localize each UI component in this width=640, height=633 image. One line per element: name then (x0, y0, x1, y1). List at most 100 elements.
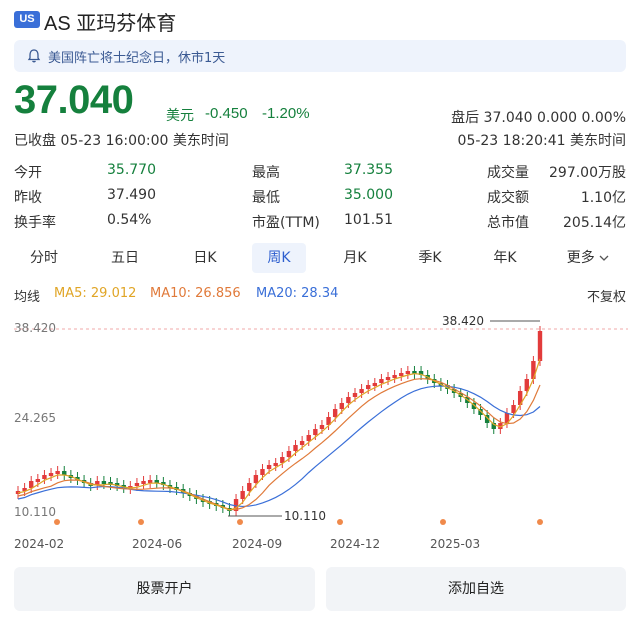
candle (385, 377, 391, 380)
candle (247, 483, 252, 491)
after-hours-time: 05-23 18:20:41 美东时间 (457, 133, 626, 149)
stat-label: 总市值 (487, 215, 529, 231)
candle (313, 429, 318, 435)
x-label: 2024-12 (330, 537, 380, 551)
stat-value: 101.51 (344, 212, 393, 228)
candle (134, 483, 140, 486)
currency: 美元 (166, 108, 194, 124)
stat-value: 0.54% (107, 212, 152, 228)
ma20-line (17, 385, 541, 508)
stat-label: 市盈(TTM) (252, 215, 320, 231)
high-marker: 38.420 (442, 314, 484, 328)
ma20-value: MA20: 28.34 (256, 286, 339, 301)
stat-label: 成交量 (487, 165, 529, 181)
adjust-toggle[interactable]: 不复权 (587, 286, 626, 305)
candle (379, 379, 384, 383)
candle (42, 475, 47, 479)
tab-more[interactable]: 更多 (558, 243, 618, 273)
tab-five-day[interactable]: 五日 (100, 243, 150, 273)
market-status: 已收盘 05-23 16:00:00 美东时间 (14, 133, 229, 149)
candle (101, 481, 107, 484)
market-badge: US (14, 11, 40, 28)
stat-value: 37.355 (344, 162, 393, 178)
candle (405, 371, 411, 374)
x-label: 2024-09 (232, 537, 282, 551)
stat-label: 换手率 (14, 215, 56, 231)
stat-value: 37.490 (107, 187, 156, 203)
candle (332, 409, 338, 417)
event-dot (537, 519, 543, 525)
tab-weekly[interactable]: 周K (252, 243, 306, 273)
candle (260, 469, 265, 475)
candle (346, 397, 351, 403)
candle (141, 481, 146, 484)
after-hours-quote: 盘后 37.040 0.000 0.00% (451, 110, 626, 126)
holiday-notice: 美国阵亡将士纪念日，休市1天 (14, 40, 626, 72)
stat-label: 最高 (252, 165, 280, 181)
candle (240, 491, 245, 499)
stat-value: 205.14亿 (563, 215, 626, 231)
stat-value: 1.10亿 (580, 190, 626, 206)
stat-value: 297.00万股 (549, 165, 626, 181)
x-label: 2025-03 (430, 537, 480, 551)
event-dot (54, 519, 60, 525)
event-dot (440, 519, 446, 525)
candle (48, 473, 54, 476)
notice-text: 美国阵亡将士纪念日，休市1天 (48, 51, 226, 66)
stat-value: 35.770 (107, 162, 156, 178)
tab-monthly[interactable]: 月K (330, 243, 380, 273)
tab-quarterly[interactable]: 季K (405, 243, 455, 273)
event-dot (337, 519, 343, 525)
candle (55, 471, 60, 474)
event-dot (237, 519, 243, 525)
ma10-value: MA10: 26.856 (150, 286, 241, 301)
candle (359, 389, 364, 393)
stock-title: AS 亚玛芬体育 (44, 13, 177, 35)
y-label-low: 10.110 (14, 505, 56, 519)
candle (273, 463, 278, 466)
ma5-value: MA5: 29.012 (54, 286, 137, 301)
open-account-button[interactable]: 股票开户 (14, 567, 315, 611)
add-watchlist-button[interactable]: 添加自选 (326, 567, 626, 611)
stat-label: 昨收 (14, 190, 42, 206)
candle (392, 375, 397, 378)
candle (147, 480, 153, 483)
period-tabs: 分时 五日 日K 周K 月K 季K 年K 更多 (0, 243, 640, 275)
candle (253, 475, 259, 483)
candle (319, 425, 325, 429)
candle (537, 331, 543, 361)
y-label-high: 38.420 (14, 321, 56, 335)
price-change: -0.450 (205, 105, 248, 122)
tab-more-label: 更多 (566, 250, 595, 266)
stat-label: 成交额 (487, 190, 529, 206)
tab-daily[interactable]: 日K (180, 243, 230, 273)
event-dot (138, 519, 144, 525)
stat-label: 今开 (14, 165, 42, 181)
y-label-mid: 24.265 (14, 411, 56, 425)
tab-yearly[interactable]: 年K (480, 243, 530, 273)
tab-intraday[interactable]: 分时 (20, 243, 68, 273)
stat-label: 最低 (252, 190, 280, 206)
candle (35, 479, 41, 482)
stat-value: 35.000 (344, 187, 393, 203)
bell-icon (27, 49, 41, 63)
candle (352, 393, 358, 397)
chevron-down-icon (599, 255, 609, 261)
ma-label: 均线 (14, 290, 41, 305)
x-label: 2024-06 (132, 537, 182, 551)
candle (366, 385, 371, 389)
x-label: 2024-02 (14, 537, 64, 551)
price-change-pct: -1.20% (262, 105, 310, 122)
last-price: 37.040 (14, 78, 134, 122)
candle (29, 481, 34, 488)
kline-chart: 38.420 24.265 10.110 38.420 10.110 2024-… (14, 314, 628, 551)
candle (306, 435, 311, 441)
candle (372, 383, 378, 386)
candle (299, 441, 305, 445)
candle (339, 403, 344, 409)
candle (399, 373, 404, 376)
candle (286, 451, 292, 457)
candle (266, 465, 272, 469)
ma10-line (17, 378, 541, 511)
candle (511, 405, 516, 413)
